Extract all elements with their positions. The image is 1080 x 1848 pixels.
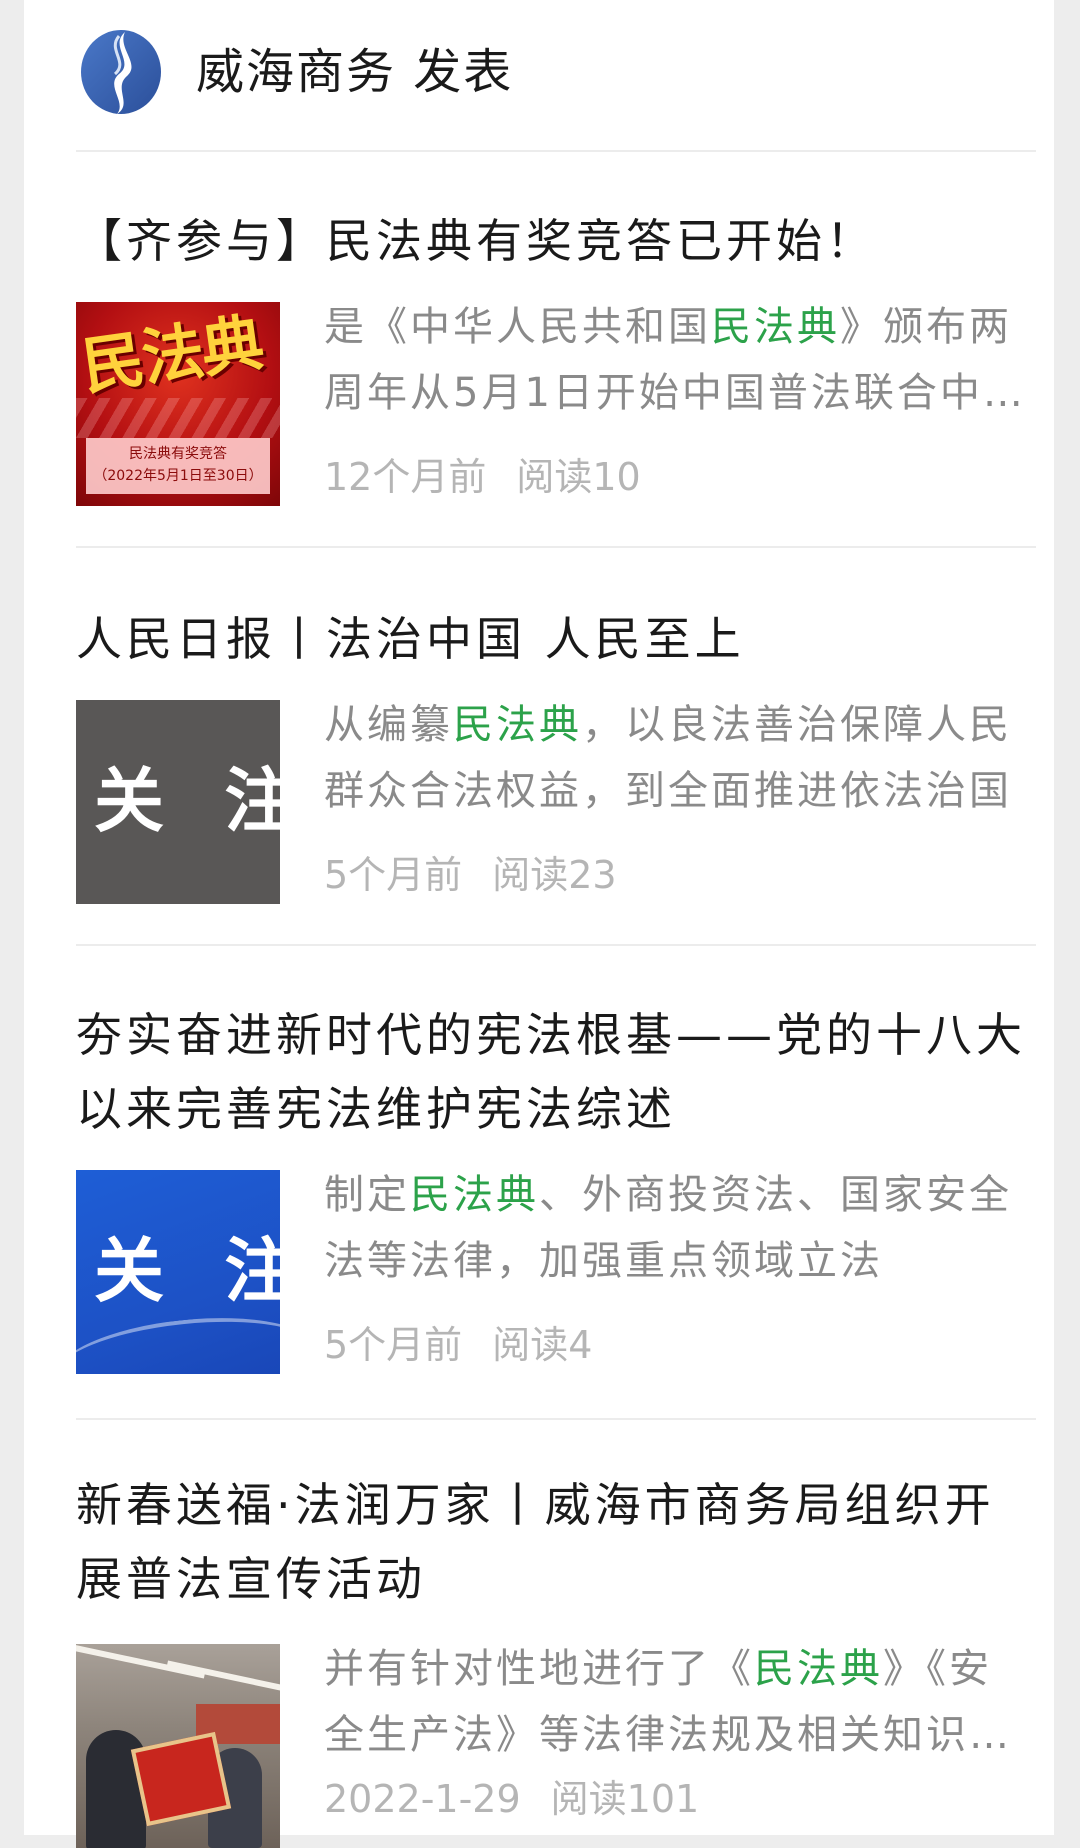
article-title[interactable]: 夯实奋进新时代的宪法根基——党的十八大以来完善宪法维护宪法综述 bbox=[76, 998, 1036, 1146]
article-item[interactable]: 新春送福·法润万家丨威海市商务局组织开展普法宣传活动 并有针对性地进行了《民法典… bbox=[76, 1420, 1036, 1848]
article-item[interactable]: 人民日报丨法治中国 人民至上 关 注 从编纂民法典，以良法善治保障人民群众合法权… bbox=[76, 548, 1036, 946]
article-item[interactable]: 【齐参与】民法典有奖竞答已开始！ 民法典 民法典有奖竞答 （2022年5月1日至… bbox=[76, 150, 1036, 548]
read-count: 阅读23 bbox=[492, 853, 617, 897]
article-thumbnail[interactable] bbox=[76, 1644, 280, 1848]
article-title[interactable]: 人民日报丨法治中国 人民至上 bbox=[76, 602, 1036, 676]
article-thumbnail[interactable]: 关 注 bbox=[76, 700, 280, 904]
summary-text: 制定 bbox=[324, 1172, 410, 1218]
article-meta: 2022-1-29 阅读101 bbox=[324, 1774, 699, 1824]
thumbnail-light bbox=[166, 1660, 280, 1694]
article-meta: 12个月前 阅读10 bbox=[324, 452, 641, 502]
summary-keyword-highlight: 民法典 bbox=[754, 1646, 883, 1692]
publish-time: 5个月前 bbox=[324, 1323, 463, 1367]
article-item[interactable]: 夯实奋进新时代的宪法根基——党的十八大以来完善宪法维护宪法综述 关 注 制定民法… bbox=[76, 946, 1036, 1420]
summary-keyword-highlight: 民法典 bbox=[453, 702, 582, 748]
article-meta: 5个月前 阅读4 bbox=[324, 1320, 592, 1370]
thumbnail-big-text: 民法典 bbox=[77, 305, 267, 404]
thumbnail-label: 关 注 bbox=[94, 1230, 280, 1312]
article-summary: 制定民法典、外商投资法、国家安全法等法律，加强重点领域立法 bbox=[324, 1162, 1024, 1294]
read-count: 阅读4 bbox=[492, 1323, 593, 1367]
thumbnail-light bbox=[76, 1644, 206, 1679]
publish-time: 5个月前 bbox=[324, 853, 463, 897]
read-count: 阅读10 bbox=[516, 455, 641, 499]
article-thumbnail[interactable]: 关 注 bbox=[76, 1170, 280, 1374]
article-thumbnail[interactable]: 民法典 民法典有奖竞答 （2022年5月1日至30日） bbox=[76, 302, 280, 506]
summary-text: 是《中华人民共和国 bbox=[324, 304, 711, 350]
article-summary: 从编纂民法典，以良法善治保障人民群众合法权益，到全面推进依法治国 bbox=[324, 692, 1024, 824]
thumbnail-pattern bbox=[76, 398, 280, 438]
publish-time: 2022-1-29 bbox=[324, 1777, 521, 1821]
article-summary: 并有针对性地进行了《民法典》《安全生产法》等法律法规及相关知识的宣传 bbox=[324, 1636, 1024, 1768]
publish-time: 12个月前 bbox=[324, 455, 487, 499]
summary-text: 并有针对性地进行了《 bbox=[324, 1646, 754, 1692]
header-title: 威海商务 发表 bbox=[196, 44, 514, 100]
article-list-card: 威海商务 发表 【齐参与】民法典有奖竞答已开始！ 民法典 民法典有奖竞答 （20… bbox=[24, 0, 1054, 1848]
thumbnail-caption-line1: 民法典有奖竞答 bbox=[129, 446, 227, 462]
thumbnail-label: 关 注 bbox=[94, 760, 280, 842]
article-title[interactable]: 【齐参与】民法典有奖竞答已开始！ bbox=[76, 204, 1036, 278]
thumbnail-wave bbox=[76, 1306, 280, 1374]
read-count: 阅读101 bbox=[550, 1777, 700, 1821]
summary-keyword-highlight: 民法典 bbox=[711, 304, 840, 350]
account-header: 威海商务 发表 bbox=[76, 24, 1036, 152]
thumbnail-caption-box: 民法典有奖竞答 （2022年5月1日至30日） bbox=[86, 438, 270, 494]
thumbnail-caption-line2: （2022年5月1日至30日） bbox=[93, 468, 263, 484]
summary-text: 从编纂 bbox=[324, 702, 453, 748]
summary-keyword-highlight: 民法典 bbox=[410, 1172, 539, 1218]
article-meta: 5个月前 阅读23 bbox=[324, 850, 617, 900]
article-summary: 是《中华人民共和国民法典》颁布两周年从5月1日开始中国普法联合中国法院网在全国范… bbox=[324, 294, 1024, 426]
article-title[interactable]: 新春送福·法润万家丨威海市商务局组织开展普法宣传活动 bbox=[76, 1468, 1036, 1616]
account-logo-icon[interactable] bbox=[79, 28, 163, 116]
